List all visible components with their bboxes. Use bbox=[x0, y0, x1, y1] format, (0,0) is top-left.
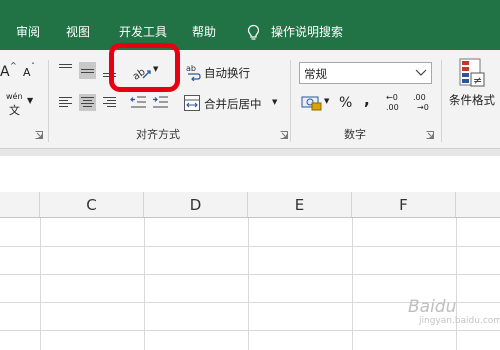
tab-developer[interactable]: 开发工具 bbox=[119, 23, 167, 40]
dropdown-arrow-icon: ▼ bbox=[27, 96, 34, 105]
decrease-decimal-button[interactable]: .00 →0 bbox=[413, 93, 435, 115]
column-header-c[interactable]: C bbox=[40, 192, 144, 218]
baidu-watermark: Baidu bbox=[408, 297, 457, 317]
column-gridline bbox=[40, 218, 41, 350]
svg-text:≠: ≠ bbox=[473, 74, 482, 87]
tab-review[interactable]: 审阅 bbox=[16, 23, 40, 40]
decrease-font-size-label: A bbox=[23, 66, 31, 79]
svg-text:ab: ab bbox=[186, 64, 196, 73]
formula-bar-area bbox=[0, 156, 500, 192]
phonetic-char-label: 文 bbox=[9, 104, 20, 117]
number-group-label: 数字 bbox=[344, 128, 366, 141]
column-header-f[interactable]: F bbox=[352, 192, 456, 218]
chevron-down-icon bbox=[415, 69, 427, 76]
number-format-value: 常规 bbox=[304, 67, 327, 81]
conditional-formatting-button[interactable]: ≠ 条件格式 bbox=[448, 56, 500, 108]
comma-style-button[interactable]: , bbox=[364, 91, 370, 109]
group-separator bbox=[48, 60, 49, 142]
increase-decimal-button[interactable]: ←0 .00 bbox=[386, 93, 408, 115]
increase-decimal-bottom: .00 bbox=[386, 103, 399, 112]
align-center-button[interactable] bbox=[79, 94, 96, 111]
row-gridline bbox=[0, 246, 500, 247]
column-header-partial[interactable] bbox=[0, 192, 40, 218]
column-gridline bbox=[248, 218, 249, 350]
highlight-annotation bbox=[109, 43, 180, 92]
increase-indent-icon bbox=[153, 96, 168, 108]
number-dialog-launcher-icon[interactable] bbox=[426, 131, 434, 139]
accounting-format-button[interactable]: ▼ bbox=[301, 94, 331, 112]
decrease-decimal-bottom: →0 bbox=[417, 103, 429, 112]
align-middle-button[interactable] bbox=[79, 62, 96, 79]
merge-center-label: 合并后居中 bbox=[204, 97, 262, 111]
increase-indent-button[interactable] bbox=[152, 94, 169, 111]
up-caret-icon: ^ bbox=[10, 61, 17, 70]
column-gridline bbox=[352, 218, 353, 350]
merge-center-button[interactable]: 合并后居中 ▼ bbox=[184, 94, 280, 112]
alignment-group-label: 对齐方式 bbox=[136, 128, 180, 141]
merge-cells-icon bbox=[184, 95, 200, 111]
increase-decimal-top: ←0 bbox=[386, 93, 398, 102]
tab-view[interactable]: 视图 bbox=[66, 23, 90, 40]
alignment-dialog-launcher-icon[interactable] bbox=[280, 131, 288, 139]
decrease-indent-icon bbox=[130, 96, 146, 108]
merge-dropdown-icon: ▼ bbox=[272, 98, 278, 106]
lightbulb-icon bbox=[247, 24, 260, 40]
align-left-button[interactable] bbox=[57, 94, 74, 111]
tab-help[interactable]: 帮助 bbox=[192, 23, 216, 40]
font-dialog-launcher-icon[interactable] bbox=[35, 131, 43, 139]
baidu-watermark-url: jingyan.baidu.com bbox=[419, 316, 500, 326]
accounting-icon bbox=[301, 96, 322, 111]
increase-font-size-label: A bbox=[0, 64, 10, 80]
accounting-dropdown-icon: ▼ bbox=[324, 97, 330, 105]
conditional-formatting-icon: ≠ bbox=[459, 58, 485, 87]
conditional-formatting-label: 条件格式 bbox=[449, 93, 495, 107]
decrease-indent-button[interactable] bbox=[130, 94, 147, 111]
align-top-button[interactable] bbox=[57, 62, 74, 79]
group-separator bbox=[441, 60, 442, 142]
percent-style-button[interactable]: % bbox=[339, 95, 352, 111]
wrap-text-label: 自动换行 bbox=[204, 66, 250, 80]
wrap-text-button[interactable]: ab 自动换行 bbox=[186, 63, 256, 81]
decrease-decimal-top: .00 bbox=[413, 93, 426, 102]
row-gridline bbox=[0, 330, 500, 331]
ribbon-tab-bar: 审阅 视图 开发工具 帮助 操作说明搜索 bbox=[0, 0, 500, 50]
column-header-d[interactable]: D bbox=[144, 192, 248, 218]
column-header-g-partial[interactable] bbox=[456, 192, 500, 218]
column-gridline bbox=[456, 218, 457, 350]
number-format-select[interactable]: 常规 bbox=[299, 62, 432, 84]
column-gridline bbox=[144, 218, 145, 350]
down-caret-icon: ˇ bbox=[31, 62, 35, 71]
phonetic-pinyin-label: wén bbox=[6, 92, 23, 101]
column-header-e[interactable]: E bbox=[248, 192, 352, 218]
tell-me-search[interactable]: 操作说明搜索 bbox=[271, 23, 343, 40]
wrap-text-icon: ab bbox=[186, 64, 201, 81]
group-separator bbox=[290, 60, 291, 142]
row-gridline bbox=[0, 274, 500, 275]
align-right-button[interactable] bbox=[101, 94, 118, 111]
